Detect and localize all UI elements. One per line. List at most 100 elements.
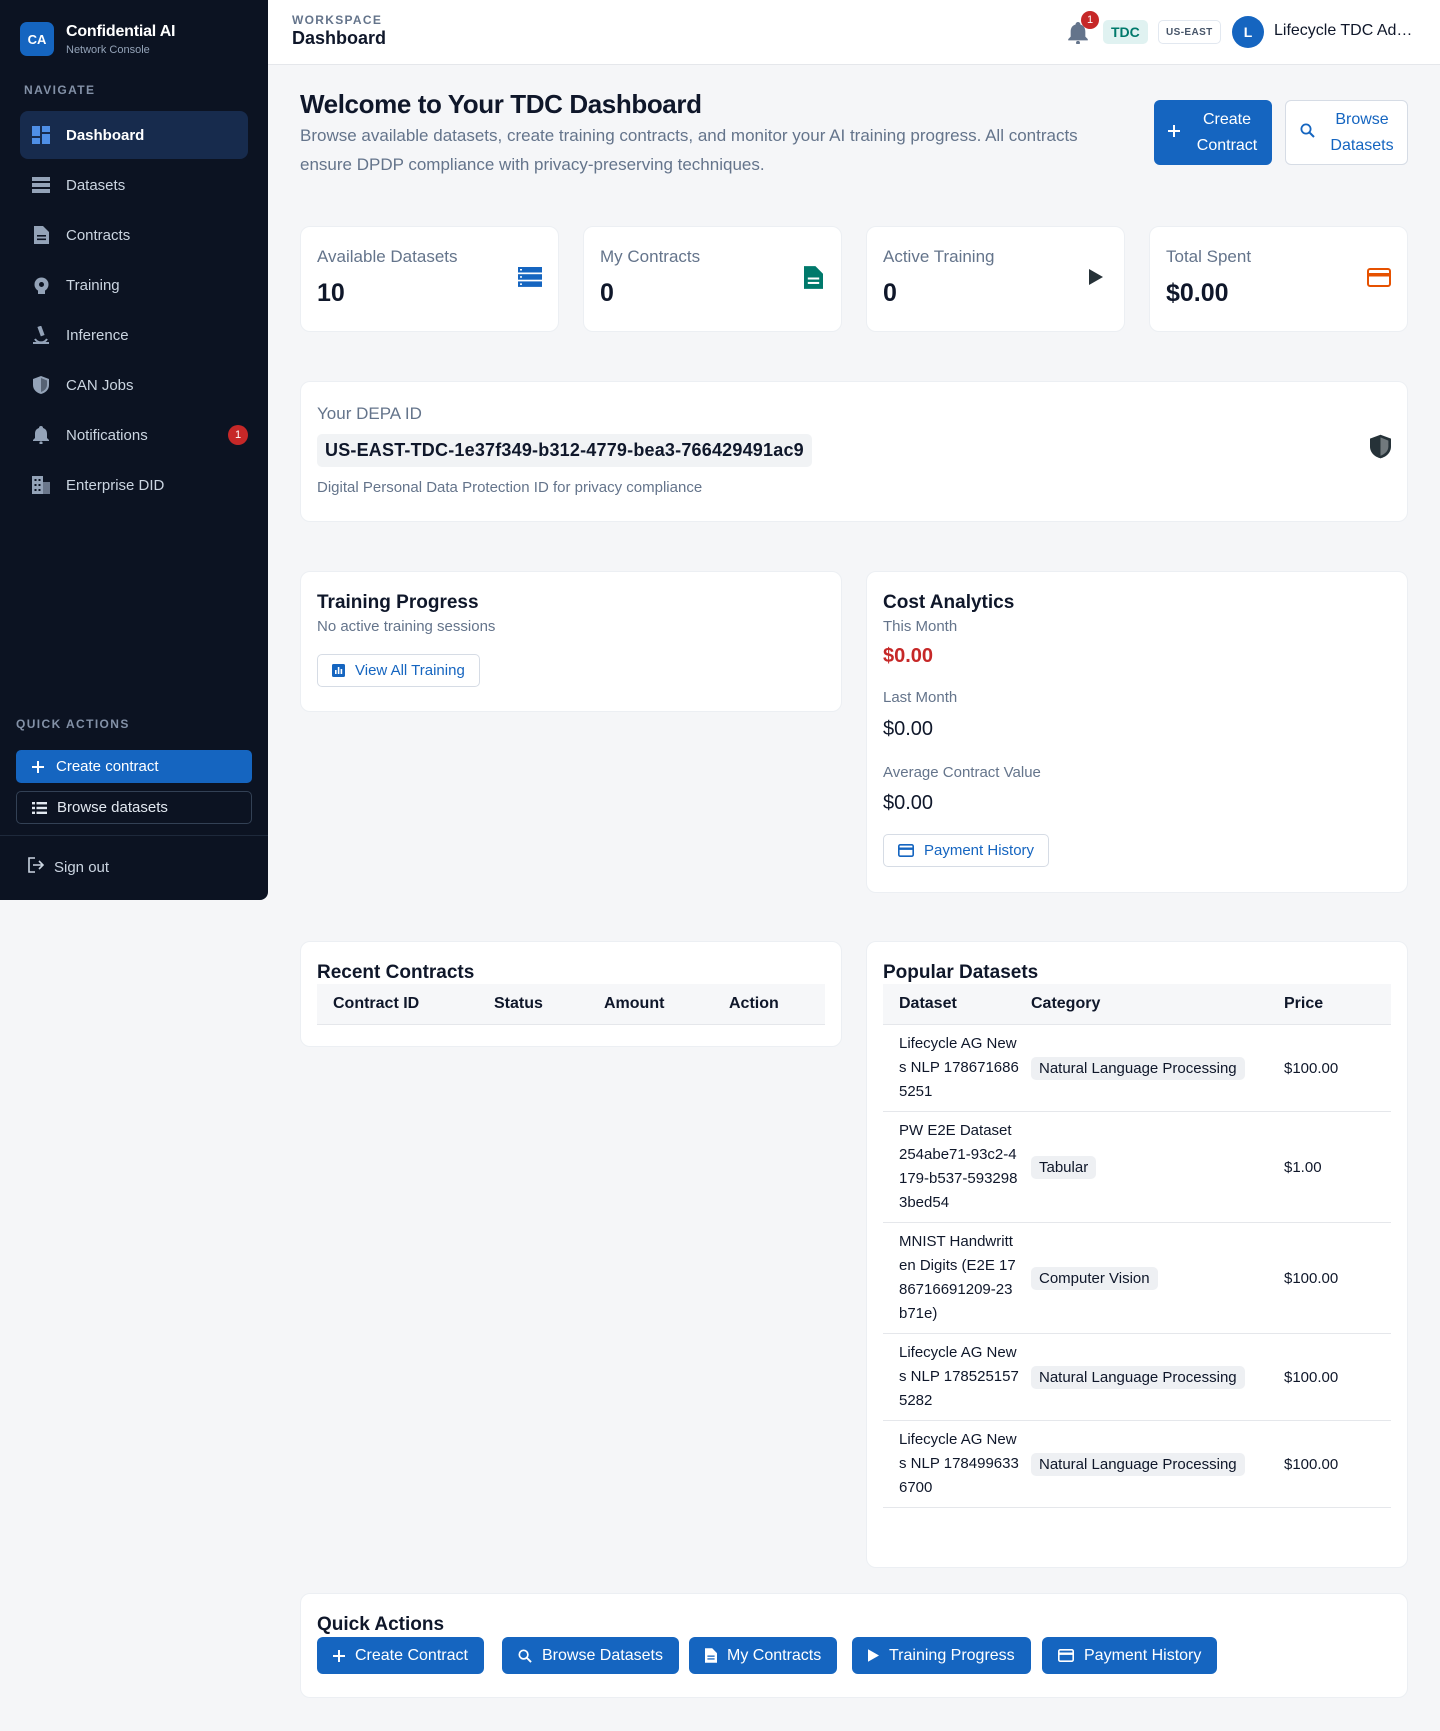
- qa-payment-history-button[interactable]: Payment History: [1042, 1637, 1218, 1674]
- sidebar-item-datasets[interactable]: Datasets: [20, 161, 248, 209]
- table-row[interactable]: MNIST Handwritten Digits (E2E 1786716691…: [883, 1223, 1391, 1334]
- table-row[interactable]: Lifecycle AG News NLP 1784996336700 Natu…: [883, 1421, 1391, 1508]
- training-progress-subtitle: No active training sessions: [317, 618, 496, 635]
- table-row[interactable]: PW E2E Dataset 254abe71-93c2-4179-b537-5…: [883, 1112, 1391, 1223]
- column-header[interactable]: Category: [1031, 995, 1284, 1013]
- qa-create-contract-button[interactable]: Create Contract: [317, 1637, 484, 1674]
- qa-browse-datasets-button[interactable]: Browse Datasets: [502, 1637, 679, 1674]
- sign-out-button[interactable]: Sign out: [28, 857, 109, 877]
- column-header[interactable]: Amount: [604, 995, 729, 1013]
- recent-contracts-card: Recent Contracts Contract ID Status Amou…: [300, 941, 842, 1047]
- sidebar-browse-datasets-button[interactable]: Browse datasets: [16, 791, 252, 824]
- region-chip: US-EAST: [1158, 20, 1221, 44]
- column-header[interactable]: Dataset: [883, 995, 1031, 1013]
- plus-icon: [30, 760, 46, 773]
- list-icon: [31, 801, 47, 814]
- popular-datasets-rows: Lifecycle AG News NLP 1786716865251 Natu…: [883, 1025, 1391, 1508]
- view-all-training-button[interactable]: View All Training: [317, 654, 480, 687]
- column-header[interactable]: Action: [729, 995, 825, 1013]
- sidebar-item-enterprise-did[interactable]: Enterprise DID: [20, 461, 248, 509]
- dataset-name: Lifecycle AG News NLP 1786716865251: [899, 1035, 1019, 1100]
- sidebar-divider: [0, 835, 268, 836]
- logout-icon: [28, 857, 45, 877]
- dataset-price: $1.00: [1284, 1158, 1322, 1176]
- popular-datasets-card: Popular Datasets Dataset Category Price …: [866, 941, 1408, 1568]
- credit-card-icon: [1058, 1649, 1074, 1662]
- chart-icon: [332, 664, 345, 677]
- brand[interactable]: CA Confidential AI Network Console: [20, 22, 175, 56]
- sidebar-item-notifications[interactable]: Notifications 1: [20, 411, 248, 459]
- stat-label: My Contracts: [600, 247, 701, 266]
- depa-id-value[interactable]: US-EAST-TDC-1e37f349-b312-4779-bea3-7664…: [317, 434, 812, 467]
- table-row[interactable]: Lifecycle AG News NLP 1786716865251 Natu…: [883, 1025, 1391, 1112]
- qa-my-contracts-label: My Contracts: [727, 1646, 822, 1664]
- brand-subtitle: Network Console: [66, 43, 150, 56]
- table-row[interactable]: Lifecycle AG News NLP 1785251575282 Natu…: [883, 1334, 1391, 1421]
- qa-training-progress-button[interactable]: Training Progress: [852, 1637, 1031, 1674]
- last-month-value: $0.00: [883, 718, 934, 740]
- browse-datasets-label-1: Browse: [1335, 110, 1389, 128]
- sidebar-create-contract-button[interactable]: Create contract: [16, 750, 252, 783]
- credit-card-icon: [898, 844, 914, 857]
- play-icon: [868, 1649, 879, 1662]
- popular-datasets-table-header: Dataset Category Price: [883, 984, 1391, 1025]
- category-chip: Natural Language Processing: [1031, 1365, 1245, 1389]
- dataset-name: Lifecycle AG News NLP 1785251575282: [899, 1344, 1019, 1409]
- quick-actions-card: Quick Actions Create Contract Browse Dat…: [300, 1593, 1408, 1698]
- recent-contracts-table-header: Contract ID Status Amount Action: [317, 984, 825, 1025]
- this-month-value: $0.00: [883, 645, 934, 667]
- dataset-price: $100.00: [1284, 1269, 1339, 1287]
- page-title: Dashboard: [292, 28, 387, 48]
- category-chip: Natural Language Processing: [1031, 1056, 1245, 1080]
- welcome-title: Welcome to Your TDC Dashboard: [300, 89, 702, 119]
- stat-value: 0: [600, 279, 614, 307]
- column-header[interactable]: Price: [1284, 995, 1391, 1013]
- sidebar-item-training[interactable]: Training: [20, 261, 248, 309]
- sidebar-item-inference[interactable]: Inference: [20, 311, 248, 359]
- document-icon: [705, 1648, 717, 1663]
- shield-icon: [1370, 434, 1391, 464]
- cost-analytics-card: Cost Analytics This Month $0.00 Last Mon…: [866, 571, 1408, 893]
- plus-icon: [1168, 124, 1180, 142]
- browse-datasets-button[interactable]: Browse Datasets: [1285, 100, 1408, 165]
- sidebar-item-label: Notifications: [66, 426, 148, 444]
- depa-help-text: Digital Personal Data Protection ID for …: [317, 479, 703, 496]
- column-header[interactable]: Status: [494, 995, 604, 1013]
- training-progress-card: Training Progress No active training ses…: [300, 571, 842, 712]
- header-kicker: WORKSPACE: [292, 13, 383, 27]
- sidebar-item-label: Dashboard: [66, 126, 145, 144]
- browse-datasets-label-2: Datasets: [1330, 136, 1394, 154]
- sidebar-item-label: Enterprise DID: [66, 476, 165, 494]
- sidebar-item-label: Datasets: [66, 176, 126, 194]
- cost-analytics-title: Cost Analytics: [883, 592, 1015, 613]
- welcome-subtitle: Browse available datasets, create traini…: [300, 126, 1078, 174]
- dataset-price: $100.00: [1284, 1455, 1339, 1473]
- qa-my-contracts-button[interactable]: My Contracts: [689, 1637, 838, 1674]
- bell-icon: [32, 426, 50, 444]
- depa-id-card: Your DEPA ID US-EAST-TDC-1e37f349-b312-4…: [300, 381, 1408, 522]
- stat-card-my-contracts: My Contracts 0: [583, 226, 842, 332]
- sidebar-item-label: Training: [66, 276, 120, 294]
- view-all-training-label: View All Training: [355, 662, 465, 679]
- training-progress-title: Training Progress: [317, 592, 479, 613]
- sidebar-item-dashboard[interactable]: Dashboard: [20, 111, 248, 159]
- payment-history-button[interactable]: Payment History: [883, 834, 1050, 867]
- document-icon: [32, 226, 50, 244]
- qa-training-progress-label: Training Progress: [889, 1646, 1015, 1664]
- stat-value: 0: [883, 279, 897, 307]
- avatar[interactable]: L: [1232, 16, 1264, 48]
- stat-card-active-training: Active Training 0: [866, 226, 1125, 332]
- create-contract-button[interactable]: Create Contract: [1154, 100, 1272, 165]
- stat-label: Total Spent: [1166, 247, 1252, 266]
- average-contract-label: Average Contract Value: [883, 764, 1041, 781]
- dashboard-icon: [32, 126, 50, 144]
- sidebar-item-can-jobs[interactable]: CAN Jobs: [20, 361, 248, 409]
- sidebar-item-contracts[interactable]: Contracts: [20, 211, 248, 259]
- dataset-name: PW E2E Dataset 254abe71-93c2-4179-b537-5…: [899, 1122, 1018, 1211]
- user-name[interactable]: Lifecycle TDC Admin: [1274, 22, 1414, 40]
- search-icon: [1300, 123, 1315, 143]
- column-header[interactable]: Contract ID: [317, 995, 494, 1013]
- payment-history-label: Payment History: [924, 842, 1035, 859]
- quick-actions-heading: QUICK ACTIONS: [16, 717, 130, 731]
- nav-heading: NAVIGATE: [24, 83, 96, 97]
